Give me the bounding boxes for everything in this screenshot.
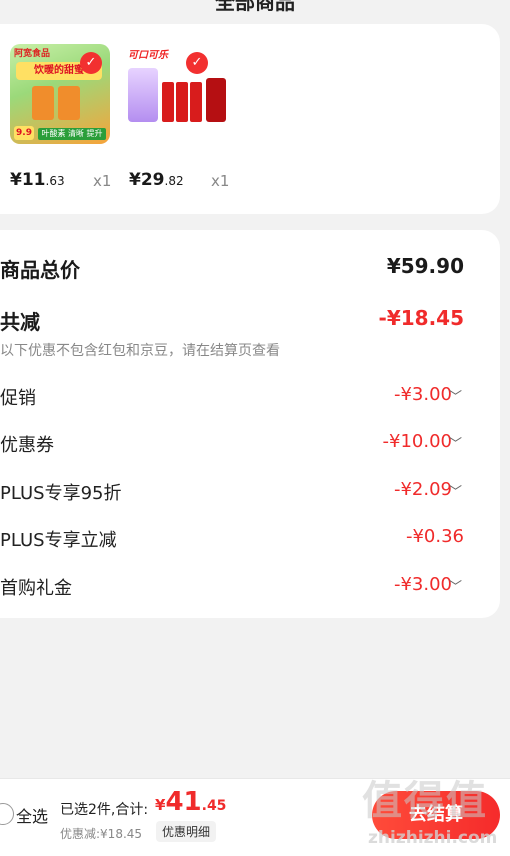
- gift-pack: [128, 68, 158, 122]
- discount-note: 以下优惠不包含红包和京豆，请在结算页查看: [0, 343, 280, 359]
- watermark-url: zhizhizhi.com: [368, 828, 498, 848]
- discount-detail-button[interactable]: 优惠明细: [156, 821, 217, 842]
- discount-value: -¥3.00: [393, 574, 452, 595]
- product-item[interactable]: 阿宽食品 饮暖的甜蜜 9.9 叶酸素 清晰 提升 ✓: [10, 44, 120, 144]
- juice-box: [32, 86, 54, 120]
- discount-total: 优惠减:¥18.45: [60, 827, 143, 841]
- product-price: ¥11.63: [10, 170, 65, 190]
- reduce-value: -¥18.45: [378, 306, 464, 330]
- select-all-label[interactable]: 全选: [16, 803, 48, 827]
- chevron-down-icon[interactable]: ﹀: [449, 433, 462, 452]
- cola-can: [176, 82, 188, 122]
- chevron-down-icon[interactable]: ﹀: [449, 481, 462, 500]
- product-image[interactable]: 阿宽食品 饮暖的甜蜜 9.9 叶酸素 清晰 提升 ✓: [10, 44, 110, 144]
- reduce-label: 共减: [0, 310, 40, 334]
- products-card: 阿宽食品 饮暖的甜蜜 9.9 叶酸素 清晰 提升 ✓ ¥11.63 x1 可口可…: [0, 24, 500, 214]
- cart-total: ¥41.45: [155, 787, 227, 817]
- product-qty: x1: [93, 172, 112, 190]
- cola-can: [190, 82, 202, 122]
- discount-value: -¥10.00: [382, 431, 452, 452]
- watermark-logo: 值得值: [362, 778, 488, 824]
- discount-label: 首购礼金: [0, 578, 72, 599]
- product-image[interactable]: 可口可乐 ✓: [128, 44, 228, 144]
- product-brand: 可口可乐: [128, 50, 168, 61]
- chevron-down-icon[interactable]: ﹀: [449, 576, 462, 595]
- discount-value: -¥2.09: [393, 479, 452, 500]
- product-brand: 阿宽食品: [14, 49, 51, 59]
- juice-box: [58, 86, 80, 120]
- product-price: ¥29.82: [129, 170, 184, 190]
- chevron-down-icon[interactable]: ﹀: [449, 386, 462, 405]
- discount-value: -¥3.00: [393, 384, 452, 405]
- cola-can: [206, 78, 226, 122]
- total-value: ¥59.90: [386, 254, 464, 278]
- discount-label: PLUS专享95折: [0, 483, 122, 504]
- price-summary-card: 商品总价 ¥59.90 共减 -¥18.45 以下优惠不包含红包和京豆，请在结算…: [0, 230, 500, 618]
- selected-count: 已选2件,合计:: [60, 802, 149, 818]
- page-title: 全部商品: [215, 0, 295, 14]
- total-label: 商品总价: [0, 258, 80, 282]
- promo-price-tag: 9.9: [14, 126, 34, 140]
- discount-label: PLUS专享立减: [0, 530, 117, 551]
- selected-check-icon[interactable]: ✓: [186, 52, 208, 74]
- discount-value: -¥0.36: [405, 526, 464, 547]
- selected-check-icon[interactable]: ✓: [80, 52, 102, 74]
- cola-can: [162, 82, 174, 122]
- select-all-radio[interactable]: [0, 803, 14, 825]
- discount-label: 优惠券: [0, 435, 54, 456]
- discount-label: 促销: [0, 388, 36, 409]
- product-qty: x1: [211, 172, 230, 190]
- product-slogan: 叶酸素 清晰 提升: [38, 128, 106, 140]
- product-item[interactable]: 可口可乐 ✓: [128, 44, 238, 144]
